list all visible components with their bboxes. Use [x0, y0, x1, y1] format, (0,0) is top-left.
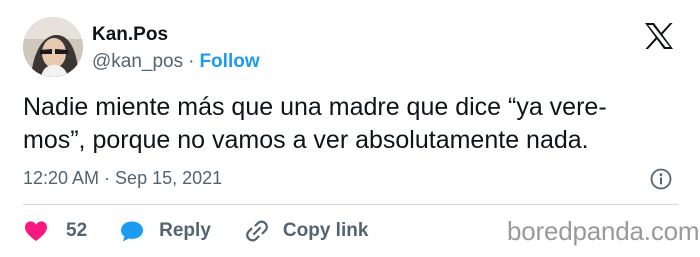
tweet-text: Nadie miente más que una madre que dice … [23, 93, 607, 154]
reply-label: Reply [159, 220, 211, 241]
copy-link-label: Copy link [282, 220, 369, 241]
handle-row: @kan_pos · Follow [92, 51, 260, 73]
follow-button[interactable]: Follow [199, 51, 259, 72]
divider [23, 204, 678, 205]
watermark: boredpanda.com [507, 216, 700, 246]
like-button[interactable]: 52 [23, 219, 87, 243]
separator-dot: · [188, 51, 195, 72]
tweet-card: Kan.Pos @kan_pos · Follow Nadie miente más… [0, 0, 700, 257]
action-bar: 52 Reply Copy link [23, 216, 368, 246]
reply-bubble-icon [121, 221, 144, 242]
reply-button[interactable]: Reply [119, 219, 211, 243]
timestamp[interactable]: 12:20 AM · Sep 15, 2021 [23, 168, 222, 189]
handle[interactable]: @kan_pos [92, 51, 183, 72]
link-icon [246, 220, 268, 242]
copy-link-button[interactable]: Copy link [245, 219, 369, 243]
heart-icon [25, 221, 47, 241]
info-icon[interactable] [650, 168, 672, 190]
avatar[interactable] [23, 17, 83, 77]
like-count: 52 [66, 220, 88, 241]
display-name[interactable]: Kan.Pos [92, 24, 168, 46]
avatar-image [23, 17, 83, 77]
x-logo-icon[interactable] [644, 22, 674, 50]
